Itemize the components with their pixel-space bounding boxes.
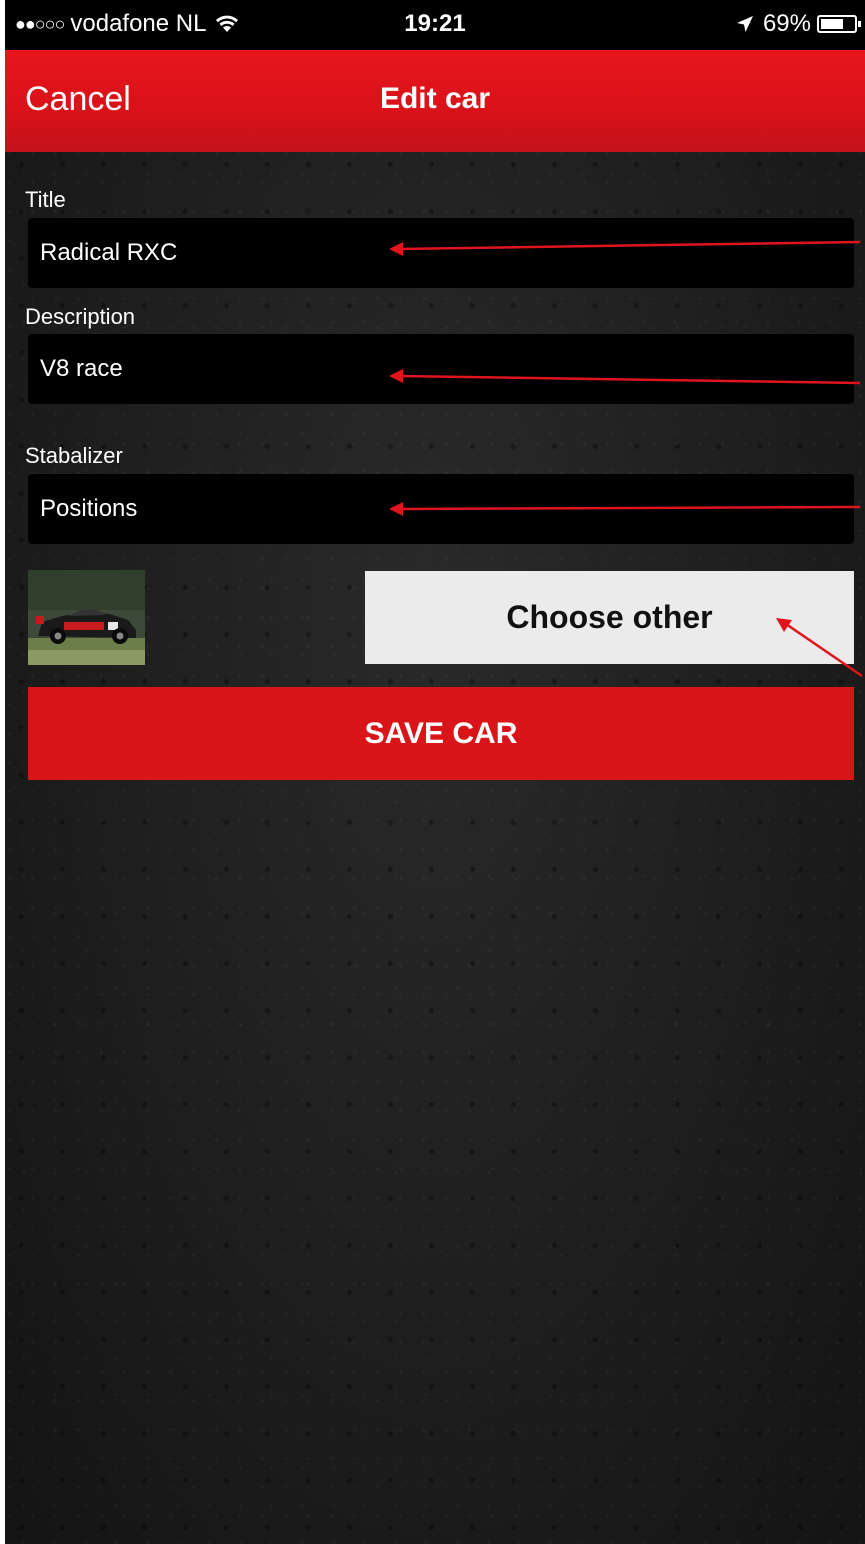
status-right: 69% xyxy=(735,10,861,38)
save-car-button[interactable]: SAVE CAR xyxy=(28,687,854,780)
location-arrow-icon xyxy=(736,16,753,32)
description-label: Description xyxy=(25,304,136,329)
description-input[interactable]: V8 race xyxy=(28,334,854,404)
battery-tip xyxy=(858,21,861,27)
car-thumbnail-image xyxy=(28,570,145,665)
stabalizer-label: Stabalizer xyxy=(25,443,123,468)
page-title: Edit car xyxy=(379,82,491,115)
title-input[interactable]: Radical RXC xyxy=(28,218,854,288)
battery-icon xyxy=(817,15,861,33)
navigation-bar: Cancel Edit car xyxy=(5,50,865,152)
title-label: Title xyxy=(25,187,66,212)
battery-percent: 69% xyxy=(762,10,811,37)
stabalizer-input[interactable]: Positions xyxy=(28,474,854,544)
choose-other-image-button[interactable]: Choose other xyxy=(365,571,854,664)
phone-screen: ●●○○○ vodafone NL 19:21 69% Cancel Edit … xyxy=(5,0,865,1544)
battery-level-fill xyxy=(821,19,844,29)
status-bar: ●●○○○ vodafone NL 19:21 69% xyxy=(5,0,865,50)
